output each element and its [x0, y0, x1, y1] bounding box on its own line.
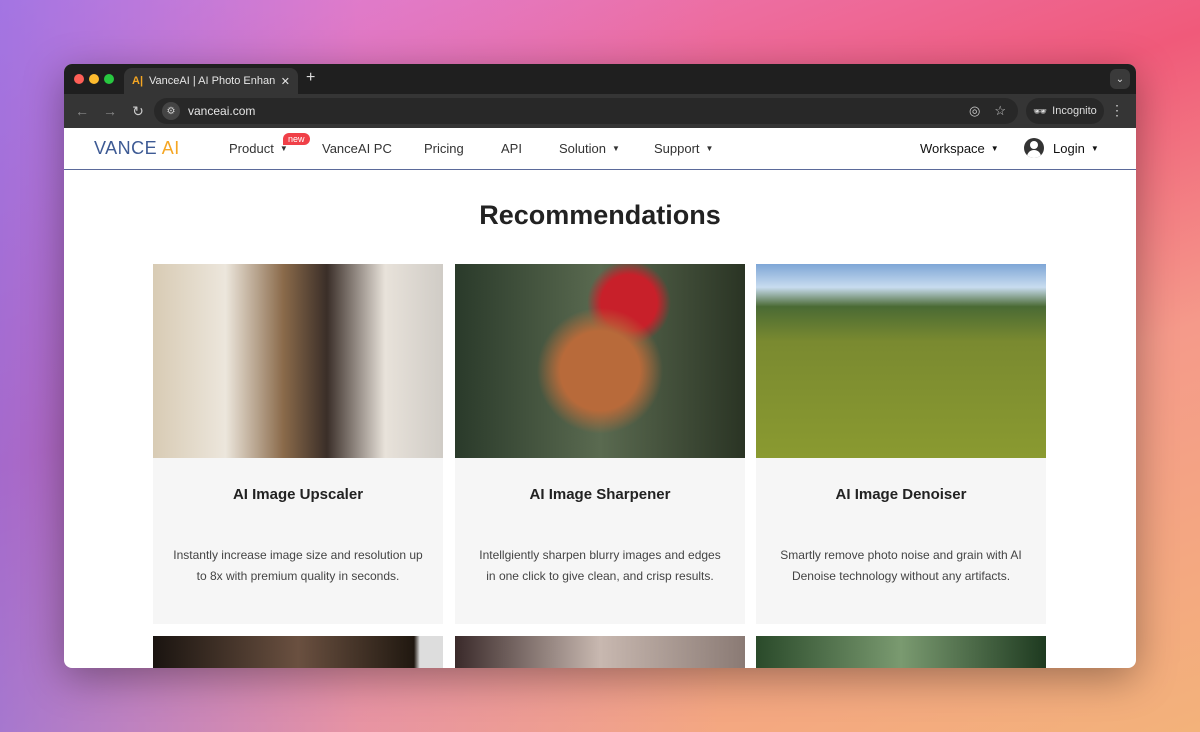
incognito-label: Incognito: [1052, 105, 1097, 117]
back-icon[interactable]: ←: [68, 103, 96, 119]
card-description: Smartly remove photo noise and grain wit…: [780, 548, 1022, 583]
vanceai-logo[interactable]: VANCE AI: [94, 138, 180, 159]
tab-search-chevron-icon[interactable]: ⌄: [1110, 69, 1130, 89]
card-title: AI Image Sharpener: [529, 486, 671, 503]
close-tab-icon[interactable]: ✕: [281, 75, 290, 88]
nav-api[interactable]: API: [501, 141, 522, 156]
card-row2-image-1[interactable]: [153, 636, 443, 668]
browser-window: A| VanceAI | AI Photo Enhancem ✕ + ⌄ ← →…: [64, 64, 1136, 668]
maximize-window-button[interactable]: [104, 74, 114, 84]
url-input[interactable]: ⚙ vanceai.com ◎ ☆: [154, 98, 1018, 124]
forward-icon[interactable]: →: [96, 103, 124, 119]
minimize-window-button[interactable]: [89, 74, 99, 84]
nav-product[interactable]: Product ▼: [229, 141, 288, 156]
nav-pricing[interactable]: Pricing: [424, 141, 464, 156]
page-title: Recommendations: [479, 200, 721, 230]
incognito-icon: 🕶: [1033, 105, 1048, 118]
nav-vanceai-pc[interactable]: VanceAI PC: [322, 141, 392, 156]
nav-support[interactable]: Support ▼: [654, 141, 713, 156]
card-row2-image-2[interactable]: [455, 636, 745, 668]
card-sharpener[interactable]: AI Image Sharpener Intellgiently sharpen…: [455, 264, 745, 624]
tab-title: VanceAI | AI Photo Enhancem: [149, 75, 275, 87]
upscaler-image: [153, 264, 443, 458]
nav-login[interactable]: Login ▼: [1053, 141, 1099, 156]
denoiser-image: [756, 264, 1046, 458]
nav-solution[interactable]: Solution ▼: [559, 141, 620, 156]
card-row2-image-3[interactable]: [756, 636, 1046, 668]
new-tab-icon[interactable]: +: [306, 69, 315, 87]
star-icon[interactable]: ☆: [994, 103, 1006, 119]
card-title: AI Image Upscaler: [232, 486, 364, 503]
card-upscaler[interactable]: AI Image Upscaler Instantly increase ima…: [153, 264, 443, 624]
site-settings-icon[interactable]: ⚙: [162, 102, 180, 120]
site-nav: VANCE AI Product ▼ new VanceAI PC Pricing…: [64, 128, 1136, 170]
card-description: Instantly increase image size and resolu…: [173, 548, 423, 583]
tab-bar: A| VanceAI | AI Photo Enhancem ✕ + ⌄: [64, 64, 1136, 94]
close-window-button[interactable]: [74, 74, 84, 84]
card-description: Intellgiently sharpen blurry images and …: [479, 548, 721, 583]
eye-off-icon[interactable]: ◎: [969, 103, 980, 119]
vanceai-favicon-icon: A|: [132, 75, 144, 87]
card-title: AI Image Denoiser: [835, 486, 967, 503]
menu-kebab-icon[interactable]: ⋮: [1110, 102, 1124, 119]
browser-tab[interactable]: A| VanceAI | AI Photo Enhancem ✕: [124, 68, 298, 94]
url-text: vanceai.com: [188, 104, 256, 118]
user-avatar-icon[interactable]: [1024, 138, 1044, 158]
nav-workspace[interactable]: Workspace ▼: [920, 141, 999, 156]
address-bar: ← → ↻ ⚙ vanceai.com ◎ ☆ 🕶 Incognito ⋮: [64, 94, 1136, 128]
card-denoiser[interactable]: AI Image Denoiser Smartly remove photo n…: [756, 264, 1046, 624]
new-badge: new: [283, 133, 310, 145]
incognito-button[interactable]: 🕶 Incognito: [1026, 98, 1104, 124]
sharpener-image: [455, 264, 745, 458]
reload-icon[interactable]: ↻: [124, 103, 152, 120]
